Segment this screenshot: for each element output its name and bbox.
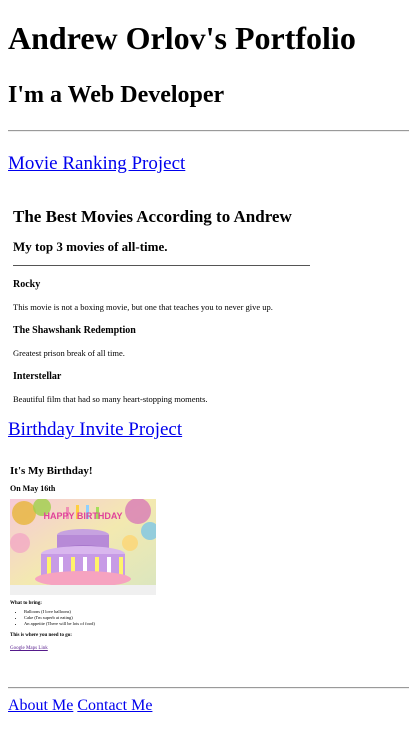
- contact-me-link[interactable]: Contact Me: [77, 697, 152, 714]
- movie-frame-subtitle: My top 3 movies of all-time.: [13, 239, 168, 254]
- birthday-project-frame[interactable]: It's My Birthday! On May 16th HAPPY BIRT…: [8, 463, 250, 683]
- movie-project-heading: Movie Ranking Project: [8, 153, 409, 175]
- birthday-project-heading: Birthday Invite Project: [8, 419, 409, 441]
- where-heading: This is where you need to go:: [10, 633, 72, 638]
- movie-title: Rocky: [13, 279, 41, 290]
- footer-nav: About Me Contact Me: [8, 697, 409, 715]
- page-title: Andrew Orlov's Portfolio: [8, 20, 356, 56]
- birthday-project-link[interactable]: Birthday Invite Project: [8, 419, 182, 440]
- top-divider: [8, 130, 409, 132]
- movie-frame-title: The Best Movies According to Andrew: [13, 207, 292, 226]
- movie-description: Greatest prison break of all time.: [13, 348, 125, 358]
- bottom-divider: [8, 687, 409, 689]
- bring-heading: What to bring:: [10, 601, 42, 606]
- movie-project-frame[interactable]: The Best Movies According to Andrew My t…: [8, 201, 323, 411]
- movie-title: The Shawshank Redemption: [13, 325, 136, 336]
- movie-frame-divider: [13, 265, 310, 266]
- birthday-title: It's My Birthday!: [10, 465, 93, 477]
- cake-topper-text: HAPPY BIRTHDAY: [43, 511, 122, 521]
- google-maps-link[interactable]: Google Maps Link: [10, 646, 250, 651]
- about-me-link[interactable]: About Me: [8, 697, 73, 714]
- birthday-date: On May 16th: [10, 484, 56, 493]
- page-subtitle: I'm a Web Developer: [8, 82, 225, 108]
- movie-project-link[interactable]: Movie Ranking Project: [8, 153, 185, 174]
- portfolio-page: Andrew Orlov's Portfolio I'm a Web Devel…: [0, 0, 417, 715]
- birthday-cake-image: HAPPY BIRTHDAY: [10, 499, 156, 595]
- bring-list: Balloons (I love balloons) Cake (I'm sup…: [10, 609, 250, 627]
- movie-title: Interstellar: [13, 371, 62, 382]
- list-item: An appetite (There will be lots of food): [24, 621, 250, 627]
- movie-description: This movie is not a boxing movie, but on…: [13, 302, 273, 312]
- movie-description: Beautiful film that had so many heart-st…: [13, 394, 208, 404]
